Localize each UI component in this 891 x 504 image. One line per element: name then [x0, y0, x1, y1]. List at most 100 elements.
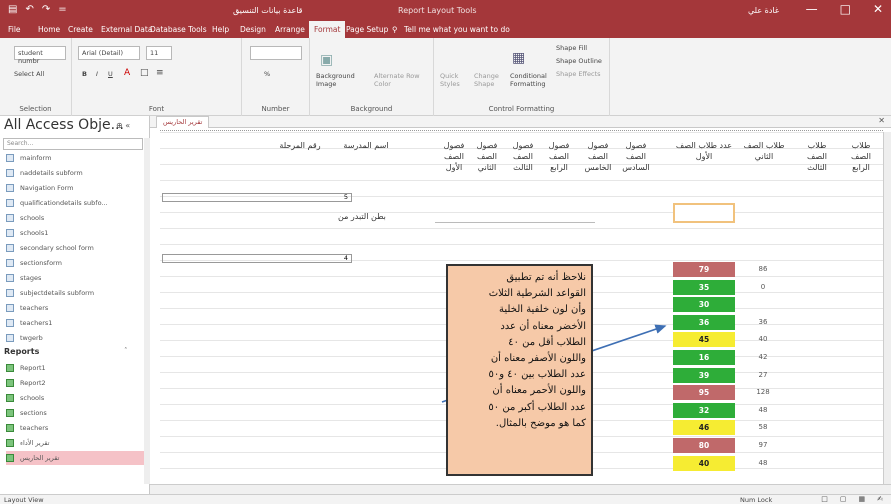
undo-icon[interactable]: ↶: [25, 4, 33, 15]
header-stage[interactable]: رقم المرحلة: [270, 140, 330, 151]
tab-design[interactable]: Design: [240, 25, 266, 34]
nav-item-form[interactable]: schools: [6, 211, 144, 225]
select-all-button[interactable]: Select All: [14, 70, 44, 78]
header-classes-4[interactable]: فصول الصف الرابع: [544, 140, 574, 173]
shape-effects-button[interactable]: Shape Effects: [556, 70, 601, 78]
nav-item-report[interactable]: تقرير الأداء: [6, 436, 144, 450]
header-classes-1[interactable]: فصول الصف الأول: [439, 140, 469, 173]
nav-item-form[interactable]: mainform: [6, 151, 144, 165]
students-2-cell[interactable]: 27: [753, 368, 773, 383]
report-view-icon[interactable]: □: [821, 495, 828, 503]
nav-item-report[interactable]: teachers: [6, 421, 144, 435]
change-shape-button[interactable]: Change Shape: [474, 72, 508, 88]
tab-external-data[interactable]: External Data: [101, 25, 152, 34]
students-2-cell[interactable]: [753, 297, 773, 312]
search-icon[interactable]: ⚲: [392, 25, 398, 34]
font-color-icon[interactable]: A: [124, 68, 130, 78]
students-count-cell[interactable]: 45: [673, 332, 735, 348]
students-count-cell[interactable]: 30: [673, 297, 735, 313]
maximize-button[interactable]: □: [840, 2, 851, 16]
students-count-cell[interactable]: 39: [673, 367, 735, 383]
nav-item-form[interactable]: subjectdetails subform: [6, 286, 144, 300]
header-school[interactable]: اسم المدرسة: [330, 140, 402, 151]
redo-icon[interactable]: ↷: [42, 4, 50, 15]
italic-button[interactable]: I: [96, 70, 98, 78]
nav-section-reports[interactable]: Reports: [4, 347, 39, 356]
tab-home[interactable]: Home: [38, 25, 60, 34]
students-2-cell[interactable]: 48: [753, 456, 773, 471]
selected-control[interactable]: [673, 203, 735, 223]
nav-item-form[interactable]: twgerb: [6, 331, 144, 345]
school-name[interactable]: بطن التبدر من: [338, 212, 386, 221]
shape-outline-button[interactable]: Shape Outline: [556, 57, 602, 65]
print-preview-icon[interactable]: ▢: [840, 495, 847, 503]
students-2-cell[interactable]: 40: [753, 332, 773, 347]
close-button[interactable]: ✕: [873, 2, 883, 16]
conditional-formatting-icon[interactable]: ▦: [512, 50, 525, 66]
students-2-cell[interactable]: 48: [753, 403, 773, 418]
students-count-cell[interactable]: 36: [673, 314, 735, 330]
nav-item-report[interactable]: Report1: [6, 361, 144, 375]
background-image-button[interactable]: Background Image: [316, 72, 368, 88]
nav-item-form[interactable]: sectionsform: [6, 256, 144, 270]
tab-help[interactable]: Help: [212, 25, 229, 34]
students-2-cell[interactable]: 97: [753, 438, 773, 453]
header-classes-2[interactable]: فصول الصف الثاني: [472, 140, 502, 173]
nav-item-form[interactable]: schools1: [6, 226, 144, 240]
nav-item-form[interactable]: Navigation Form: [6, 181, 144, 195]
underline-button[interactable]: U: [108, 70, 113, 78]
header-students-3[interactable]: طلاب الصف الثالث: [800, 140, 834, 173]
header-classes-5[interactable]: فصول الصف الخامس: [580, 140, 616, 173]
user-name[interactable]: غادة علي: [748, 6, 779, 15]
students-2-cell[interactable]: 36: [753, 315, 773, 330]
object-combo[interactable]: student numbr: [14, 46, 66, 65]
nav-item-form[interactable]: naddetails subform: [6, 166, 144, 180]
nav-item-report[interactable]: schools: [6, 391, 144, 405]
close-document-icon[interactable]: ✕: [878, 116, 885, 125]
design-view-icon[interactable]: ✍: [877, 495, 883, 503]
shape-fill-button[interactable]: Shape Fill: [556, 44, 587, 52]
tell-me-box[interactable]: Tell me what you want to do: [404, 25, 510, 34]
bold-button[interactable]: B: [82, 70, 87, 78]
students-count-cell[interactable]: 32: [673, 402, 735, 418]
background-image-icon[interactable]: ▣: [320, 52, 333, 68]
save-icon[interactable]: ▤: [8, 4, 17, 15]
students-2-cell[interactable]: 58: [753, 420, 773, 435]
tab-create[interactable]: Create: [68, 25, 93, 34]
header-classes-6[interactable]: فصول الصف السادس: [620, 140, 652, 173]
font-name-combo[interactable]: Arial (Detail): [78, 46, 140, 60]
group-header-stage[interactable]: 5: [162, 193, 352, 202]
nav-item-form[interactable]: qualificationdetails subfo...: [6, 196, 144, 210]
header-students-1[interactable]: عدد طلاب الصف الأول: [670, 140, 738, 162]
alternate-row-color-button[interactable]: Alternate Row Color: [374, 72, 428, 88]
tab-page-setup[interactable]: Page Setup: [346, 25, 388, 34]
tab-arrange[interactable]: Arrange: [275, 25, 305, 34]
nav-item-report-selected[interactable]: تقرير الحاريس: [6, 451, 144, 465]
nav-pane-menu-icon[interactable]: ⊕ «: [116, 121, 130, 130]
nav-item-form[interactable]: stages: [6, 271, 144, 285]
fill-color-icon[interactable]: □: [140, 68, 149, 78]
students-count-cell[interactable]: 40: [673, 455, 735, 471]
students-count-cell[interactable]: 79: [673, 262, 735, 277]
students-count-cell[interactable]: 46: [673, 420, 735, 436]
students-2-cell[interactable]: 128: [753, 385, 773, 400]
nav-search-input[interactable]: Search...: [3, 138, 143, 150]
nav-item-report[interactable]: sections: [6, 406, 144, 420]
students-2-cell[interactable]: 42: [753, 350, 773, 365]
nav-item-report[interactable]: Report2: [6, 376, 144, 390]
collapse-icon[interactable]: ˆ: [124, 347, 128, 355]
customize-icon[interactable]: =: [58, 4, 66, 15]
nav-item-form[interactable]: teachers: [6, 301, 144, 315]
font-size-combo[interactable]: 11: [146, 46, 172, 60]
students-count-cell[interactable]: 80: [673, 438, 735, 453]
number-format-combo[interactable]: [250, 46, 302, 60]
document-tab[interactable]: تقرير الحاريس: [156, 116, 210, 128]
students-2-cell[interactable]: 86: [753, 262, 773, 277]
quick-styles-button[interactable]: Quick Styles: [440, 72, 470, 88]
minimize-button[interactable]: —: [806, 2, 818, 16]
students-count-cell[interactable]: 35: [673, 279, 735, 295]
nav-item-form[interactable]: secondary school form: [6, 241, 144, 255]
nav-item-form[interactable]: teachers1: [6, 316, 144, 330]
tab-database-tools[interactable]: Database Tools: [150, 25, 207, 34]
tab-file[interactable]: File: [8, 25, 21, 34]
